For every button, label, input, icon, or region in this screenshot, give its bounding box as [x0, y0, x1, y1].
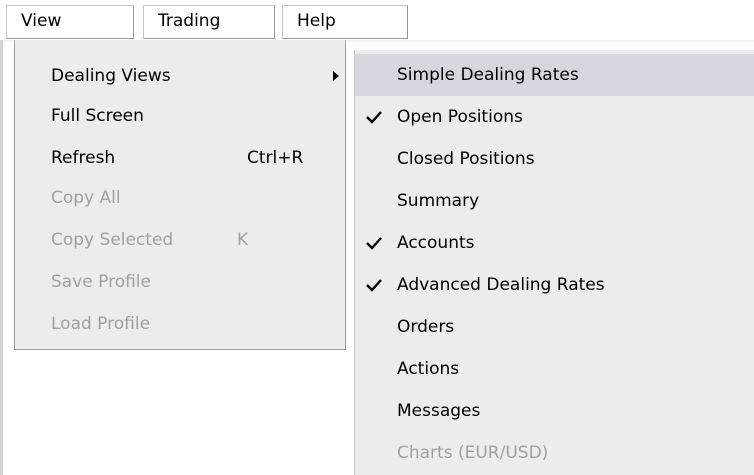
menu-item-refresh[interactable]: Refresh Ctrl+R	[15, 138, 345, 178]
submenu-item-label: Open Positions	[397, 107, 523, 127]
menu-item-shortcut: Ctrl+R	[247, 148, 304, 168]
menu-item-label: Full Screen	[51, 106, 144, 126]
submenu-item-label: Actions	[397, 359, 460, 379]
dealing-views-submenu: Simple Dealing Rates Open Positions Clos…	[354, 50, 754, 475]
submenu-item-advanced-dealing-rates[interactable]: Advanced Dealing Rates	[355, 264, 754, 306]
menu-item-label: Dealing Views	[51, 66, 171, 86]
window-edge	[0, 40, 3, 475]
checkmark-icon	[366, 279, 382, 292]
submenu-item-charts[interactable]: Charts (EUR/USD)	[355, 432, 754, 474]
menu-item-dealing-views[interactable]: Dealing Views	[15, 56, 345, 96]
menu-item-label: Copy Selected	[51, 230, 174, 250]
menu-item-copy-all[interactable]: Copy All	[15, 178, 345, 218]
menu-trading[interactable]: Trading	[143, 5, 275, 39]
submenu-item-label: Simple Dealing Rates	[397, 65, 579, 85]
submenu-item-label: Summary	[397, 191, 480, 211]
menu-view[interactable]: View	[6, 5, 134, 39]
menu-item-label: Copy All	[51, 188, 121, 208]
menu-item-label: Load Profile	[51, 314, 151, 334]
submenu-item-closed-positions[interactable]: Closed Positions	[355, 138, 754, 180]
submenu-item-simple-dealing-rates[interactable]: Simple Dealing Rates	[355, 54, 754, 96]
submenu-item-label: Messages	[397, 401, 481, 421]
submenu-item-messages[interactable]: Messages	[355, 390, 754, 432]
submenu-item-label: Closed Positions	[397, 149, 535, 169]
submenu-item-summary[interactable]: Summary	[355, 180, 754, 222]
menu-bar: View Trading Help	[0, 0, 754, 42]
menu-item-save-profile[interactable]: Save Profile	[15, 262, 345, 302]
checkmark-icon	[366, 111, 382, 124]
submenu-item-actions[interactable]: Actions	[355, 348, 754, 390]
menu-item-copy-selected[interactable]: Copy Selected K	[15, 220, 345, 260]
menu-item-full-screen[interactable]: Full Screen	[15, 96, 345, 136]
menu-item-label: Save Profile	[51, 272, 151, 292]
submenu-item-label: Accounts	[397, 233, 475, 253]
submenu-item-label: Orders	[397, 317, 455, 337]
submenu-item-label: Advanced Dealing Rates	[397, 275, 605, 295]
submenu-item-label: Charts (EUR/USD)	[397, 443, 549, 463]
checkmark-icon	[366, 237, 382, 250]
menu-item-label: Refresh	[51, 148, 116, 168]
triangle-right-icon	[333, 71, 339, 81]
submenu-item-orders[interactable]: Orders	[355, 306, 754, 348]
menu-item-load-profile[interactable]: Load Profile	[15, 304, 345, 344]
submenu-item-accounts[interactable]: Accounts	[355, 222, 754, 264]
menu-help[interactable]: Help	[282, 5, 408, 39]
menu-item-shortcut: K	[237, 230, 249, 250]
submenu-item-open-positions[interactable]: Open Positions	[355, 96, 754, 138]
view-menu-dropdown: Dealing Views Full Screen Refresh Ctrl+R…	[14, 40, 346, 350]
